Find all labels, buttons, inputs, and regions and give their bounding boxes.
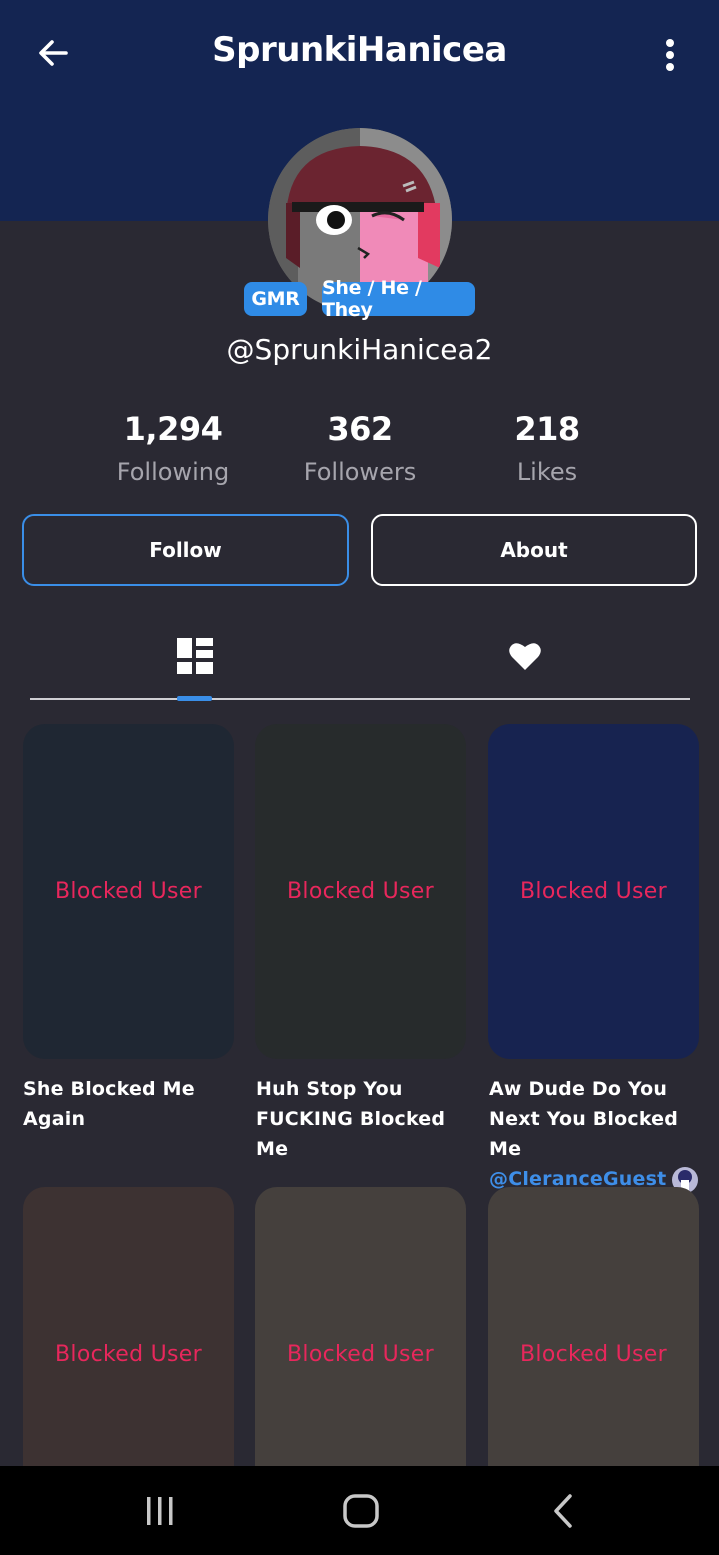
page-title: SprunkiHanicea	[212, 30, 507, 70]
stat-followers[interactable]: 362 Followers	[270, 410, 450, 486]
stat-label: Following	[116, 458, 230, 486]
follow-button[interactable]: Follow	[22, 514, 349, 586]
stat-likes[interactable]: 218 Likes	[457, 410, 637, 486]
stat-label: Followers	[303, 458, 417, 486]
blocked-user-label: Blocked User	[55, 1342, 202, 1367]
profile-handle: @SprunkiHanicea2	[226, 333, 493, 366]
home-icon	[343, 1494, 379, 1528]
active-tab-indicator	[177, 696, 212, 701]
badge-gmr: GMR	[244, 282, 307, 316]
nav-back-button[interactable]	[533, 1486, 593, 1536]
stat-value: 362	[327, 410, 393, 448]
stat-label: Likes	[516, 458, 578, 486]
blocked-user-label: Blocked User	[287, 879, 434, 904]
more-options-button[interactable]	[647, 32, 693, 78]
back-icon	[554, 1494, 572, 1528]
post-card[interactable]: Blocked User	[23, 724, 234, 1059]
post-card[interactable]: Blocked User	[255, 724, 466, 1059]
tab-posts[interactable]	[165, 628, 225, 684]
blocked-user-label: Blocked User	[520, 879, 667, 904]
more-vertical-icon	[666, 39, 674, 71]
tab-divider	[30, 698, 690, 700]
blocked-user-label: Blocked User	[55, 879, 202, 904]
stat-value: 218	[514, 410, 580, 448]
home-button[interactable]	[331, 1486, 391, 1536]
recents-icon	[147, 1497, 173, 1525]
system-navigation-bar	[0, 1466, 719, 1555]
badge-pronouns: She / He / They	[322, 277, 475, 321]
blocked-user-label: Blocked User	[287, 1342, 434, 1367]
post-caption: Aw Dude Do You Next You Blocked Me	[489, 1078, 679, 1160]
post-card[interactable]: Blocked User	[488, 724, 699, 1059]
stat-value: 1,294	[123, 410, 223, 448]
stat-following[interactable]: 1,294 Following	[83, 410, 263, 486]
blocked-user-label: Blocked User	[520, 1342, 667, 1367]
recents-button[interactable]	[130, 1486, 190, 1536]
post-caption[interactable]: She Blocked Me Again	[23, 1074, 241, 1134]
post-caption[interactable]: Huh Stop You FUCKING Blocked Me	[256, 1074, 474, 1164]
post-caption-container[interactable]: Aw Dude Do You Next You Blocked Me @Cler…	[489, 1074, 707, 1194]
tab-liked[interactable]	[495, 628, 555, 684]
grid-icon	[177, 638, 213, 674]
heart-icon	[509, 643, 541, 670]
about-button[interactable]: About	[371, 514, 697, 586]
